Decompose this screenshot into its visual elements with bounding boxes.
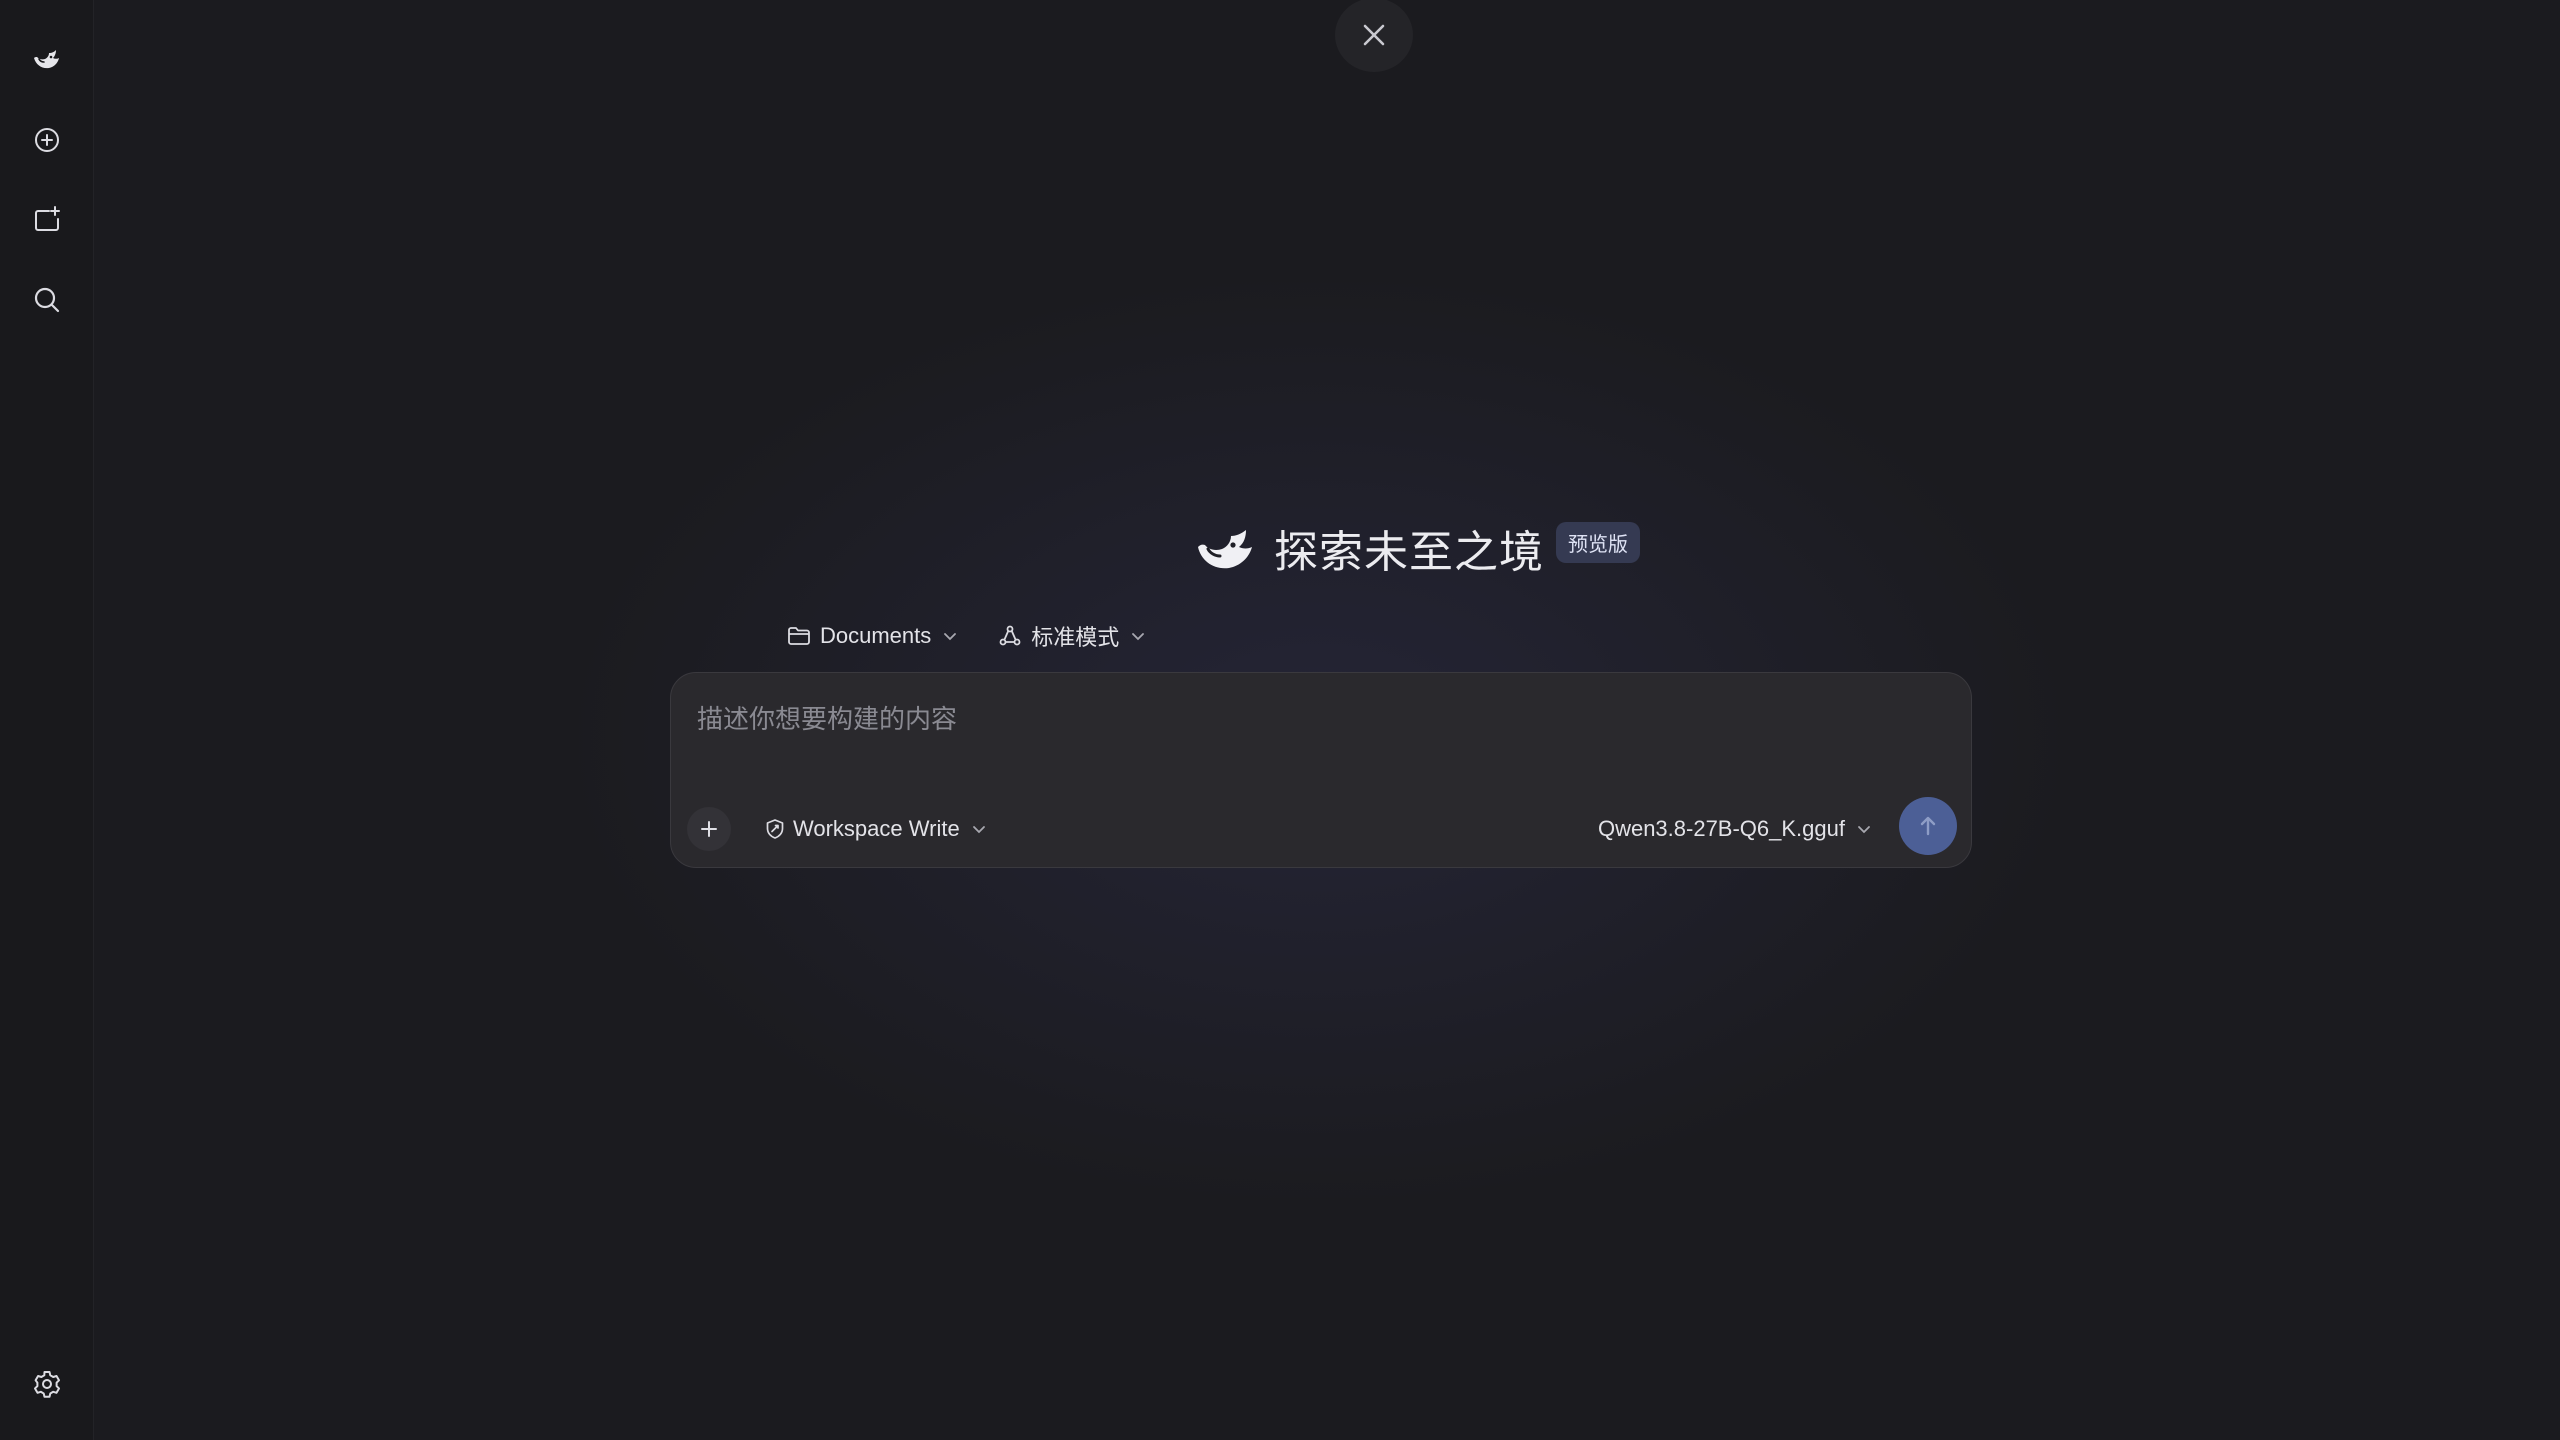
close-button[interactable] [1335,0,1413,72]
main-area: 探索未至之境 预览版 Documents 标准模式 描述你想要构建的内容 Wor… [94,0,2560,1440]
composer: Workspace Write Qwen3.8-27B-Q6_K.gguf [670,672,1972,868]
folder-icon [788,627,810,645]
app-window: 探索未至之境 预览版 Documents 标准模式 描述你想要构建的内容 Wor… [0,0,2560,1440]
settings-icon [34,1371,60,1398]
search-icon [34,287,60,313]
new-chat-button[interactable] [23,116,71,164]
chevron-down-icon [944,633,957,641]
folder-selector[interactable]: Documents [784,616,961,656]
new-project-icon [35,206,60,231]
mode-selector[interactable]: 标准模式 [995,616,1149,656]
sidebar [0,0,94,1440]
page-title: 探索未至之境 [1274,527,1544,578]
folder-selector-label: Documents [820,623,932,648]
shield-icon [766,819,784,839]
permission-label: Workspace Write [793,816,960,841]
plus-icon [701,821,717,837]
model-selector[interactable]: Qwen3.8-27B-Q6_K.gguf [1598,809,1873,849]
attach-button[interactable] [687,807,731,851]
chevron-down-icon [1858,826,1870,834]
whale-logo-icon [34,50,59,69]
hero-header: 探索未至之境 预览版 [1194,516,1640,580]
mode-icon [999,625,1021,646]
chevron-down-icon [972,826,985,834]
settings-button[interactable] [23,1360,71,1408]
preview-badge: 预览版 [1556,521,1640,563]
model-label: Qwen3.8-27B-Q6_K.gguf [1597,816,1845,841]
chevron-down-icon [1132,633,1145,641]
logo-button[interactable] [23,36,71,84]
arrow-up-icon [1920,816,1936,836]
permission-selector[interactable]: Workspace Write [763,809,988,849]
context-selectors: Documents 标准模式 [784,616,1183,656]
new-chat-icon [35,128,59,152]
search-button[interactable] [23,276,71,324]
mode-selector-label: 标准模式 [1031,626,1120,651]
whale-logo-icon [1198,530,1252,569]
send-button[interactable] [1899,797,1957,855]
close-icon [1363,24,1385,46]
prompt-input[interactable] [697,695,1937,745]
new-project-button[interactable] [23,196,71,244]
